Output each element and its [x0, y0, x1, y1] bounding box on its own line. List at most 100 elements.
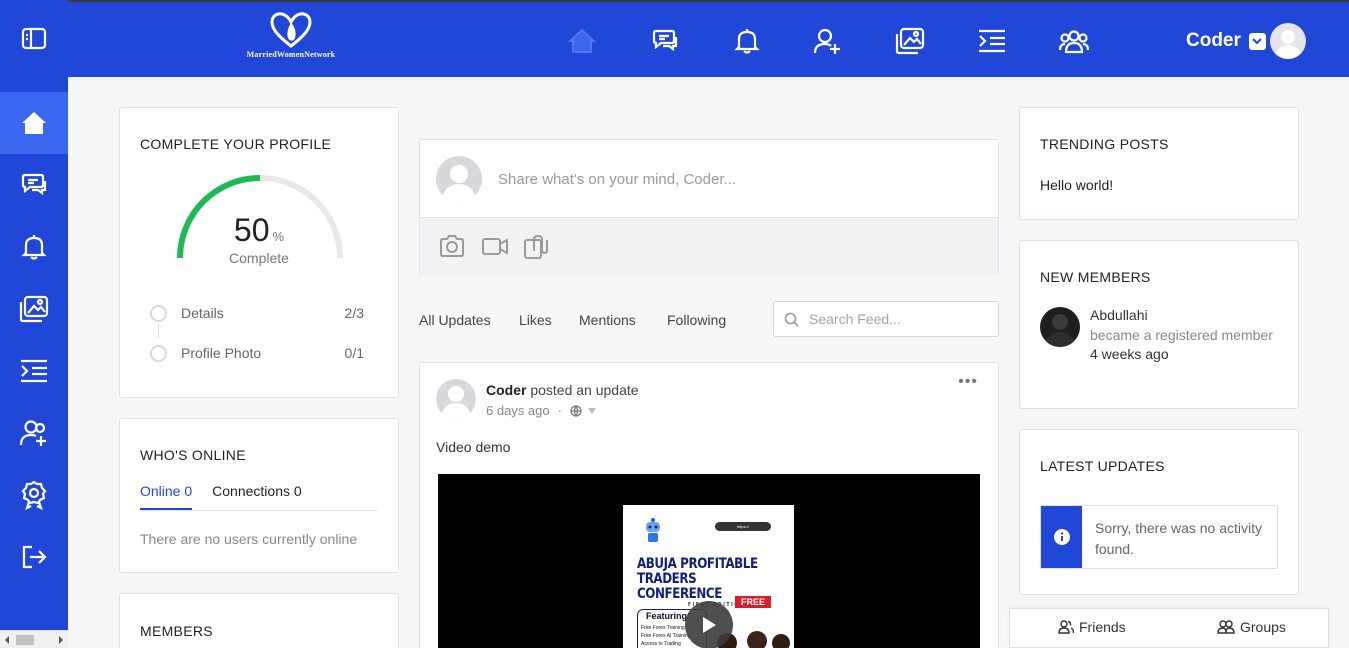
no-activity-notice: Sorry, there was no activity found.	[1040, 505, 1278, 569]
post-header: Coder posted an update	[486, 382, 639, 398]
avatar	[436, 156, 482, 202]
step-details[interactable]: Details 2/3	[150, 303, 364, 323]
friends-icon	[1058, 620, 1074, 634]
heart-logo-icon	[270, 12, 312, 48]
poster-url: https://	[715, 522, 771, 531]
whos-online-title: WHO'S ONLINE	[140, 447, 246, 463]
poster-bullet: Free Forex Training	[641, 625, 685, 631]
feed-tab-likes[interactable]: Likes	[519, 312, 552, 328]
trending-posts-title: TRENDING POSTS	[1040, 136, 1169, 152]
friends-icon	[19, 420, 46, 446]
friends-groups-bar: Friends Groups	[1009, 608, 1329, 648]
sidebar-toggle-icon[interactable]	[19, 26, 49, 52]
step-profile-photo[interactable]: Profile Photo 0/1	[150, 343, 364, 363]
notifications-icon[interactable]	[732, 26, 762, 56]
poster-featuring-label: Featuring:	[646, 611, 690, 621]
top-header: MarriedWomenNetwork Coder	[0, 0, 1349, 77]
play-icon	[703, 617, 716, 633]
activity-icon[interactable]	[977, 26, 1007, 56]
friends-button[interactable]: Friends	[1058, 619, 1126, 635]
photos-icon	[19, 295, 49, 323]
play-button[interactable]	[685, 601, 733, 648]
left-sidebar	[0, 0, 68, 648]
scrollbar-thumb[interactable]	[16, 635, 34, 645]
latest-updates-card: LATEST UPDATES Sorry, there was no activ…	[1019, 429, 1299, 595]
latest-updates-title: LATEST UPDATES	[1040, 458, 1165, 474]
sidebar-item-badges[interactable]	[0, 464, 68, 526]
logo-text: MarriedWomenNetwork	[246, 50, 336, 59]
avatar[interactable]	[1040, 307, 1080, 347]
feed-tab-mentions[interactable]: Mentions	[579, 312, 636, 328]
step-status-icon	[150, 304, 167, 322]
activity-post: Coder posted an update 6 days ago · ••• …	[419, 362, 999, 648]
post-time[interactable]: 6 days ago	[486, 403, 550, 418]
members-title: MEMBERS	[140, 623, 213, 639]
poster-title-line: ABUJA PROFITABLE	[637, 556, 758, 572]
sidebar-item-friends[interactable]	[0, 402, 68, 464]
groups-label: Groups	[1240, 619, 1286, 635]
poster-bullets: Free Forex Training Free Forex AI Traini…	[641, 624, 690, 648]
privacy-globe-icon[interactable]	[570, 404, 582, 417]
home-icon	[22, 112, 46, 134]
user-name[interactable]: Coder	[1186, 30, 1241, 52]
notifications-icon	[21, 235, 47, 260]
tab-online[interactable]: Online 0	[140, 483, 193, 510]
trending-posts-card: TRENDING POSTS Hello world!	[1019, 107, 1299, 220]
groups-icon[interactable]	[1059, 26, 1089, 56]
progress-percent-unit: %	[272, 229, 285, 244]
progress-complete-label: Complete	[229, 250, 289, 266]
new-members-card: NEW MEMBERS Abdullahi became a registere…	[1019, 240, 1299, 409]
sidebar-item-home[interactable]	[0, 92, 68, 154]
video-icon[interactable]	[481, 234, 509, 260]
add-friend-icon[interactable]	[813, 26, 843, 56]
profile-completion-title: COMPLETE YOUR PROFILE	[140, 136, 332, 152]
profile-completion-card: COMPLETE YOUR PROFILE 50% Complete Detai…	[119, 107, 399, 398]
attachment-icon[interactable]	[523, 234, 551, 260]
member-time: 4 weeks ago	[1090, 346, 1169, 362]
step-label: Details	[181, 305, 224, 321]
post-action: posted an update	[526, 382, 639, 398]
badges-icon	[21, 480, 47, 510]
post-author[interactable]: Coder	[486, 382, 526, 398]
camera-icon[interactable]	[439, 234, 467, 260]
sidebar-item-photos[interactable]	[0, 278, 68, 340]
messages-icon	[21, 173, 47, 196]
post-text: Video demo	[436, 439, 511, 455]
member-name[interactable]: Abdullahi	[1090, 307, 1148, 323]
composer-input[interactable]: Share what's on your mind, Coder...	[498, 171, 736, 188]
home-icon[interactable]	[567, 26, 597, 56]
site-logo[interactable]: MarriedWomenNetwork	[243, 12, 339, 62]
new-members-title: NEW MEMBERS	[1040, 269, 1151, 285]
step-count: 0/1	[344, 345, 364, 361]
avatar[interactable]	[436, 379, 476, 419]
feed-tab-all-updates[interactable]: All Updates	[419, 312, 491, 328]
sidebar-item-messages[interactable]	[0, 154, 68, 216]
user-avatar[interactable]	[1269, 23, 1306, 59]
feed-tab-following[interactable]: Following	[667, 312, 726, 328]
search-feed[interactable]	[773, 301, 999, 337]
progress-percent-value: 50	[233, 212, 270, 248]
progress-percent: 50%	[120, 212, 398, 249]
groups-button[interactable]: Groups	[1217, 619, 1286, 635]
sidebar-item-logout[interactable]	[0, 526, 68, 588]
tab-connections[interactable]: Connections 0	[212, 483, 302, 510]
groups-icon	[1217, 620, 1235, 634]
chevron-down-icon[interactable]	[1248, 32, 1266, 50]
step-label: Profile Photo	[181, 345, 262, 361]
user-menu[interactable]: Coder	[1186, 22, 1306, 60]
step-status-icon	[150, 344, 167, 362]
sidebar-item-notifications[interactable]	[0, 216, 68, 278]
search-feed-input[interactable]	[809, 311, 979, 327]
logout-icon	[22, 545, 47, 569]
privacy-caret-icon[interactable]	[587, 407, 597, 415]
poster-bullet: Free Forex AI Training	[641, 633, 691, 639]
video-player[interactable]: https:// ABUJA PROFITABLE TRADERS CONFER…	[438, 474, 980, 648]
trending-post-link[interactable]: Hello world!	[1040, 177, 1113, 193]
post-composer: Share what's on your mind, Coder...	[419, 139, 999, 275]
horizontal-scrollbar[interactable]	[0, 630, 68, 648]
photos-icon[interactable]	[895, 26, 925, 56]
composer-toolbar	[420, 217, 998, 275]
messages-icon[interactable]	[650, 26, 680, 56]
sidebar-item-activity[interactable]	[0, 340, 68, 402]
more-options-icon[interactable]: •••	[958, 373, 978, 391]
